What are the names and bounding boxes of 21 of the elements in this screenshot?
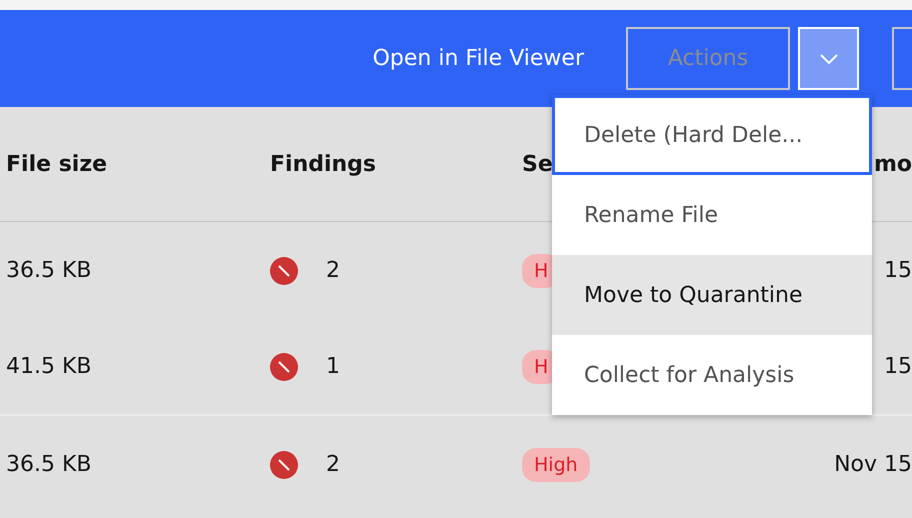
menu-item[interactable]: Collect for Analysis <box>552 335 872 415</box>
table-cell-text: 36.5 KB <box>5 451 92 479</box>
menu-caret-button[interactable] <box>798 27 859 90</box>
menu-item[interactable]: Move to Quarantine <box>552 255 872 335</box>
findings-count: 2 <box>326 258 340 283</box>
open-in-file-viewer-link[interactable]: Open in File Viewer <box>372 46 584 71</box>
blocked-icon <box>270 256 298 284</box>
column-header: File size <box>0 107 270 222</box>
findings-count: 1 <box>326 354 340 379</box>
blocked-icon <box>270 450 298 478</box>
table-cell: 41.5 KB <box>0 319 270 416</box>
findings-count: 2 <box>326 452 340 477</box>
menu-item[interactable]: Delete (Hard Dele... <box>552 95 872 175</box>
menu-item[interactable]: Rename File <box>552 175 872 255</box>
table-cell-text: 36.5 KB <box>5 257 92 285</box>
table-cell-text: Nov 15 <box>833 451 912 479</box>
table-cell-text: 15 <box>883 257 912 285</box>
severity-tag: High <box>522 448 590 482</box>
blocked-icon <box>270 352 298 380</box>
column-header: Findings <box>270 107 522 222</box>
chevron-down-icon <box>818 52 838 64</box>
